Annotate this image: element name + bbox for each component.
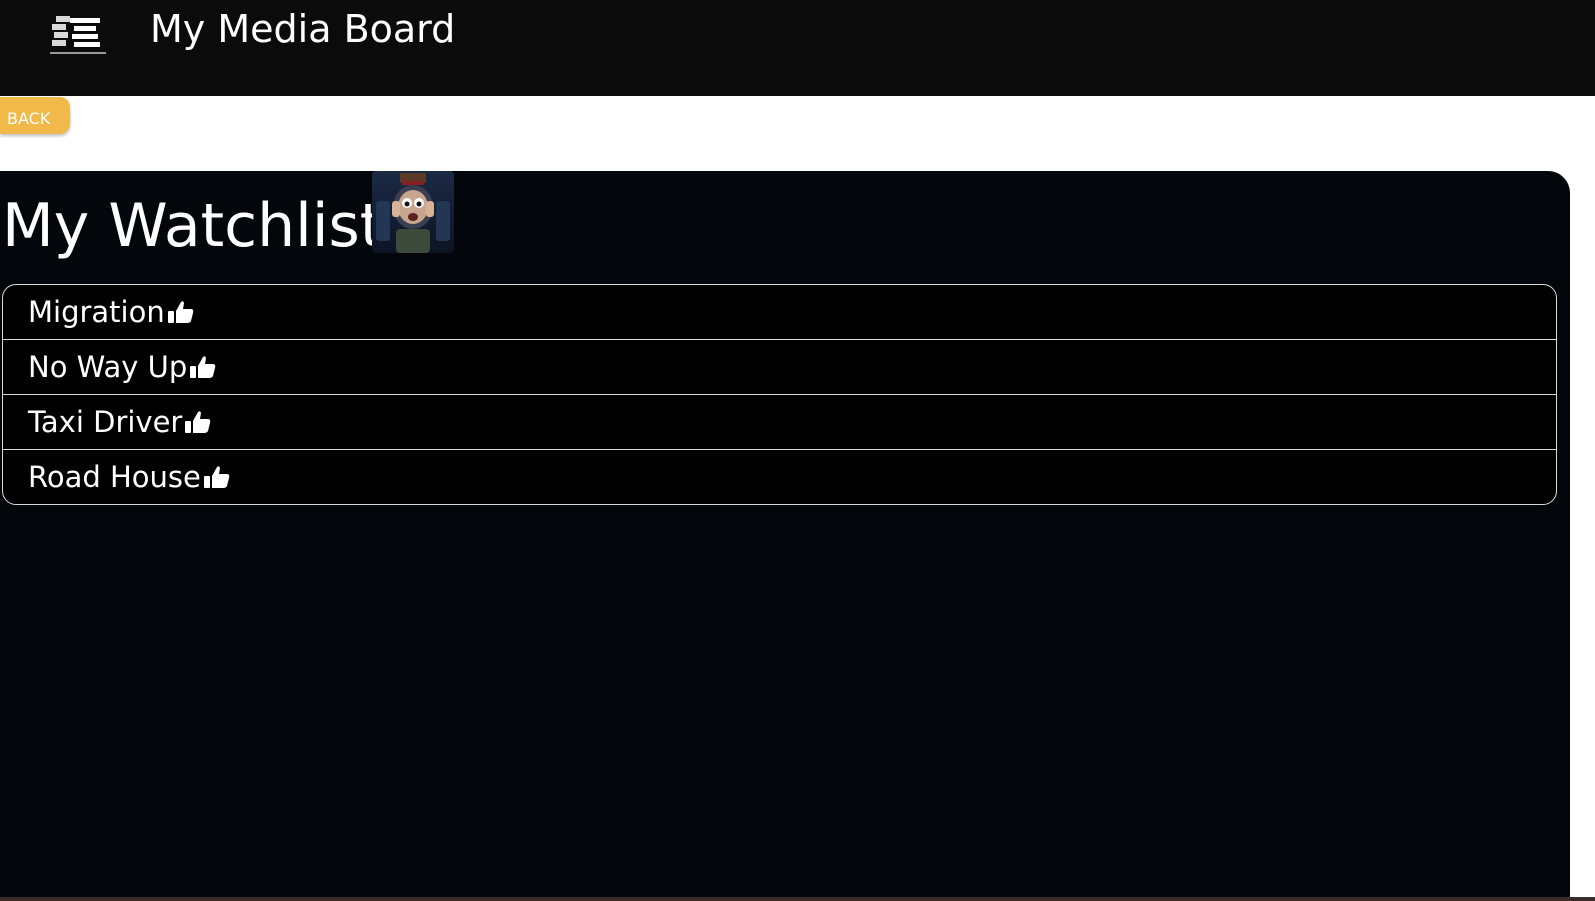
list-item-label: Road House [28, 460, 201, 494]
list-item[interactable]: No Way Up [3, 340, 1556, 395]
list-item[interactable]: Road House [3, 450, 1556, 504]
watchlist-title: My Watchlist [2, 191, 384, 261]
app-title: My Media Board [150, 7, 456, 51]
thumbs-up-icon[interactable] [188, 352, 218, 382]
list-item-label: Migration [28, 295, 165, 329]
list-item-label: No Way Up [28, 350, 188, 384]
list-item-label: Taxi Driver [28, 405, 183, 439]
watchlist-character-image [372, 171, 454, 253]
logo-icon [50, 16, 106, 54]
list-item[interactable]: Migration [3, 285, 1556, 340]
list-item[interactable]: Taxi Driver [3, 395, 1556, 450]
back-button[interactable]: BACK [0, 97, 70, 134]
thumbs-up-icon[interactable] [202, 462, 232, 492]
thumbs-up-icon[interactable] [183, 407, 213, 437]
bottom-edge [0, 897, 1595, 901]
watchlist-panel: My Watchlist Migration No Way Up Taxi Dr… [0, 171, 1570, 901]
watchlist: Migration No Way Up Taxi Driver Road Hou… [2, 284, 1557, 505]
thumbs-up-icon[interactable] [166, 297, 196, 327]
top-bar: My Media Board [0, 0, 1595, 96]
